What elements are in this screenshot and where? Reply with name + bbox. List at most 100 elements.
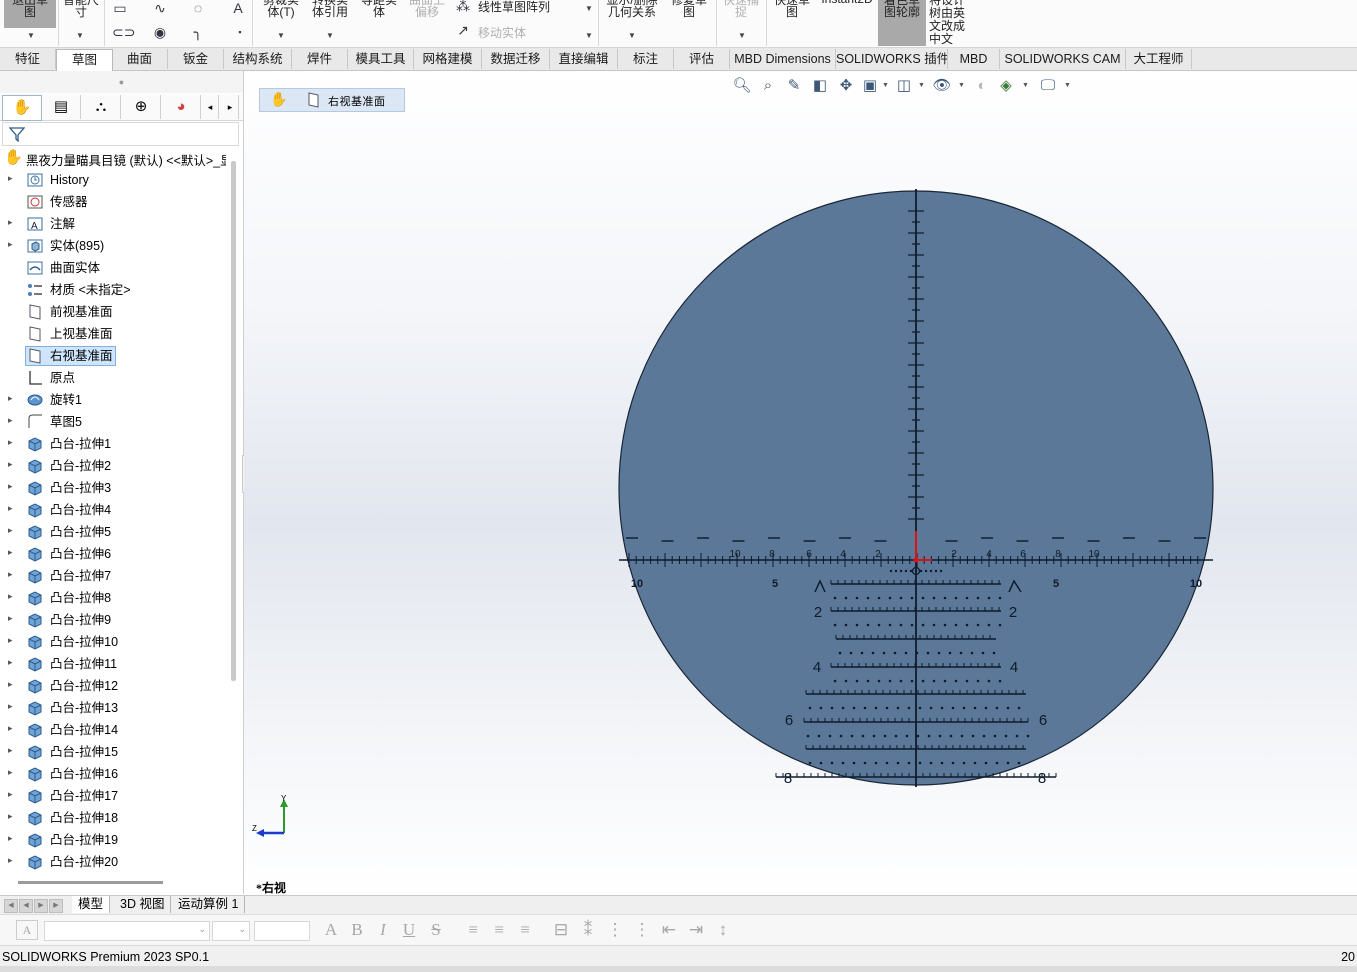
- tree-item[interactable]: ▸ 凸台-拉伸19: [0, 829, 232, 851]
- edit-appearance-icon[interactable]: ◐: [972, 76, 992, 96]
- tree-item[interactable]: ▸ 实体(895): [0, 235, 232, 257]
- tree-horizontal-scrollbar[interactable]: [18, 881, 163, 884]
- offset-entities-button[interactable]: 等距实 体: [356, 0, 402, 18]
- tree-item[interactable]: ▸ 凸台-拉伸12: [0, 675, 232, 697]
- tree-item[interactable]: 前视基准面: [0, 301, 232, 323]
- tab-8[interactable]: 数据迁移: [482, 49, 550, 69]
- bold-button[interactable]: B: [346, 920, 368, 940]
- expand-arrow-icon[interactable]: ▸: [8, 415, 13, 426]
- linear-sketch-pattern-button[interactable]: 线性草图阵列: [478, 1, 574, 13]
- tab-15[interactable]: SOLIDWORKS CAM: [1000, 49, 1126, 69]
- tree-item[interactable]: 传感器: [0, 191, 232, 213]
- text-icon[interactable]: A: [230, 0, 246, 16]
- chevron-down-icon[interactable]: ⌄: [198, 924, 206, 935]
- text-style-icon[interactable]: A: [16, 920, 38, 940]
- tab-4[interactable]: 结构系统: [224, 49, 292, 69]
- tab-9[interactable]: 直接编辑: [550, 49, 618, 69]
- expand-arrow-icon[interactable]: ▸: [8, 613, 13, 624]
- tab-13[interactable]: SOLIDWORKS 插件: [836, 49, 948, 69]
- repair-sketch-button[interactable]: 修复草 图: [666, 0, 712, 18]
- tab-14[interactable]: MBD: [948, 49, 1000, 69]
- expand-arrow-icon[interactable]: ▸: [8, 525, 13, 536]
- tree-item-label[interactable]: 凸台-拉伸18: [50, 810, 118, 826]
- bottom-tab-2[interactable]: 运动算例 1: [172, 896, 246, 913]
- chevron-down-icon[interactable]: ▼: [326, 31, 334, 40]
- line-spacing-icon[interactable]: ↕: [712, 920, 734, 940]
- tree-item-label[interactable]: 凸台-拉伸19: [50, 832, 118, 848]
- tab-10[interactable]: 标注: [618, 49, 674, 69]
- expand-arrow-icon[interactable]: ▸: [8, 437, 13, 448]
- chevron-down-icon[interactable]: ▼: [27, 31, 35, 40]
- font-select[interactable]: ⌄: [44, 921, 210, 941]
- prev-tab-button[interactable]: ◀: [19, 899, 33, 913]
- tree-item[interactable]: 原点: [0, 367, 232, 389]
- tree-item-label[interactable]: History: [50, 172, 89, 188]
- expand-arrow-icon[interactable]: ▸: [8, 635, 13, 646]
- tree-item-label[interactable]: 凸台-拉伸20: [50, 854, 118, 870]
- tree-item[interactable]: ▸ 草图5: [0, 411, 232, 433]
- tree-item[interactable]: ▸ 凸台-拉伸13: [0, 697, 232, 719]
- hide-show-icon[interactable]: 👁︎: [932, 76, 952, 96]
- bottom-tab-0[interactable]: 模型: [72, 896, 111, 913]
- slot-icon[interactable]: ⊂⊃: [112, 24, 135, 40]
- tree-item-label[interactable]: 凸台-拉伸8: [50, 590, 111, 606]
- view-settings-icon[interactable]: 🖵: [1038, 76, 1058, 96]
- tree-item[interactable]: ▸ 凸台-拉伸18: [0, 807, 232, 829]
- linear-pattern-icon[interactable]: ⁂: [455, 0, 471, 14]
- first-tab-button[interactable]: ◀: [4, 899, 18, 913]
- tab-7[interactable]: 网格建模: [414, 49, 482, 69]
- translate-tree-button[interactable]: 将设计 树由英 文改成 中文: [929, 0, 975, 46]
- tree-item-label[interactable]: 凸台-拉伸5: [50, 524, 111, 540]
- expand-arrow-icon[interactable]: ▸: [8, 811, 13, 822]
- expand-arrow-icon[interactable]: ▸: [8, 503, 13, 514]
- tree-item[interactable]: ▸ 凸台-拉伸17: [0, 785, 232, 807]
- chevron-down-icon[interactable]: ▼: [76, 31, 84, 40]
- tree-item-label[interactable]: 旋转1: [50, 392, 82, 408]
- section-view-icon[interactable]: ◧: [810, 76, 830, 96]
- tree-item-label[interactable]: 凸台-拉伸7: [50, 568, 111, 584]
- trim-entities-button[interactable]: 剪裁实 体(T): [258, 0, 304, 18]
- rapid-sketch-button[interactable]: 快速草 图: [768, 0, 816, 18]
- tree-item[interactable]: ▸ 旋转1: [0, 389, 232, 411]
- tab-scroll-right[interactable]: ▸: [222, 95, 239, 119]
- chevron-down-icon[interactable]: ▼: [585, 31, 593, 40]
- stack-icon[interactable]: ⁑: [577, 920, 599, 940]
- apply-scene-icon[interactable]: ◈: [996, 76, 1016, 96]
- point-icon[interactable]: ▪: [232, 24, 248, 40]
- tree-item[interactable]: ▸ 凸台-拉伸16: [0, 763, 232, 785]
- expand-arrow-icon[interactable]: ▸: [8, 481, 13, 492]
- fillet-icon[interactable]: ╮: [190, 24, 206, 40]
- tree-item-label[interactable]: 凸台-拉伸17: [50, 788, 118, 804]
- tree-item-label[interactable]: 注解: [50, 216, 75, 232]
- tree-item-label[interactable]: 传感器: [50, 194, 88, 210]
- circle-icon[interactable]: ◌: [190, 0, 206, 16]
- offset-on-surface-button[interactable]: 曲面上 偏移: [404, 0, 450, 18]
- align-right-icon[interactable]: ≡: [514, 920, 536, 940]
- expand-arrow-icon[interactable]: ▸: [8, 393, 13, 404]
- align-left-icon[interactable]: ≡: [462, 920, 484, 940]
- convert-entities-button[interactable]: 转换实 体引用: [306, 0, 354, 18]
- display-style-icon[interactable]: ◫: [894, 76, 914, 96]
- tree-item-label[interactable]: 凸台-拉伸14: [50, 722, 118, 738]
- tree-item-label[interactable]: 草图5: [50, 414, 82, 430]
- display-relations-button[interactable]: 显示/删除 几何关系: [600, 0, 664, 18]
- expand-arrow-icon[interactable]: ▸: [8, 657, 13, 668]
- tree-item[interactable]: 材质 <未指定>: [0, 279, 232, 301]
- tree-item[interactable]: ▸ 凸台-拉伸5: [0, 521, 232, 543]
- rectangle-icon[interactable]: ▭: [112, 0, 128, 16]
- tree-item[interactable]: ▸ 凸台-拉伸9: [0, 609, 232, 631]
- chevron-down-icon[interactable]: ▼: [1064, 82, 1071, 89]
- breadcrumb[interactable]: ✋ 右视基准面: [259, 88, 405, 112]
- tree-item[interactable]: ▸ A 注解: [0, 213, 232, 235]
- next-tab-button[interactable]: ▶: [34, 899, 48, 913]
- configuration-manager-tab[interactable]: ⛬: [82, 95, 121, 119]
- bottom-tab-1[interactable]: 3D 视图: [114, 896, 172, 913]
- tree-item[interactable]: ▸ 凸台-拉伸7: [0, 565, 232, 587]
- panel-grip[interactable]: ●: [0, 71, 243, 93]
- tree-item-label[interactable]: 凸台-拉伸12: [50, 678, 118, 694]
- tree-item-label[interactable]: 上视基准面: [50, 326, 113, 342]
- expand-arrow-icon[interactable]: ▸: [8, 679, 13, 690]
- shaded-sketch-contours-button[interactable]: 着色草 图轮廓: [879, 0, 925, 18]
- tab-5[interactable]: 焊件: [292, 49, 348, 69]
- chevron-down-icon[interactable]: ▼: [958, 82, 965, 89]
